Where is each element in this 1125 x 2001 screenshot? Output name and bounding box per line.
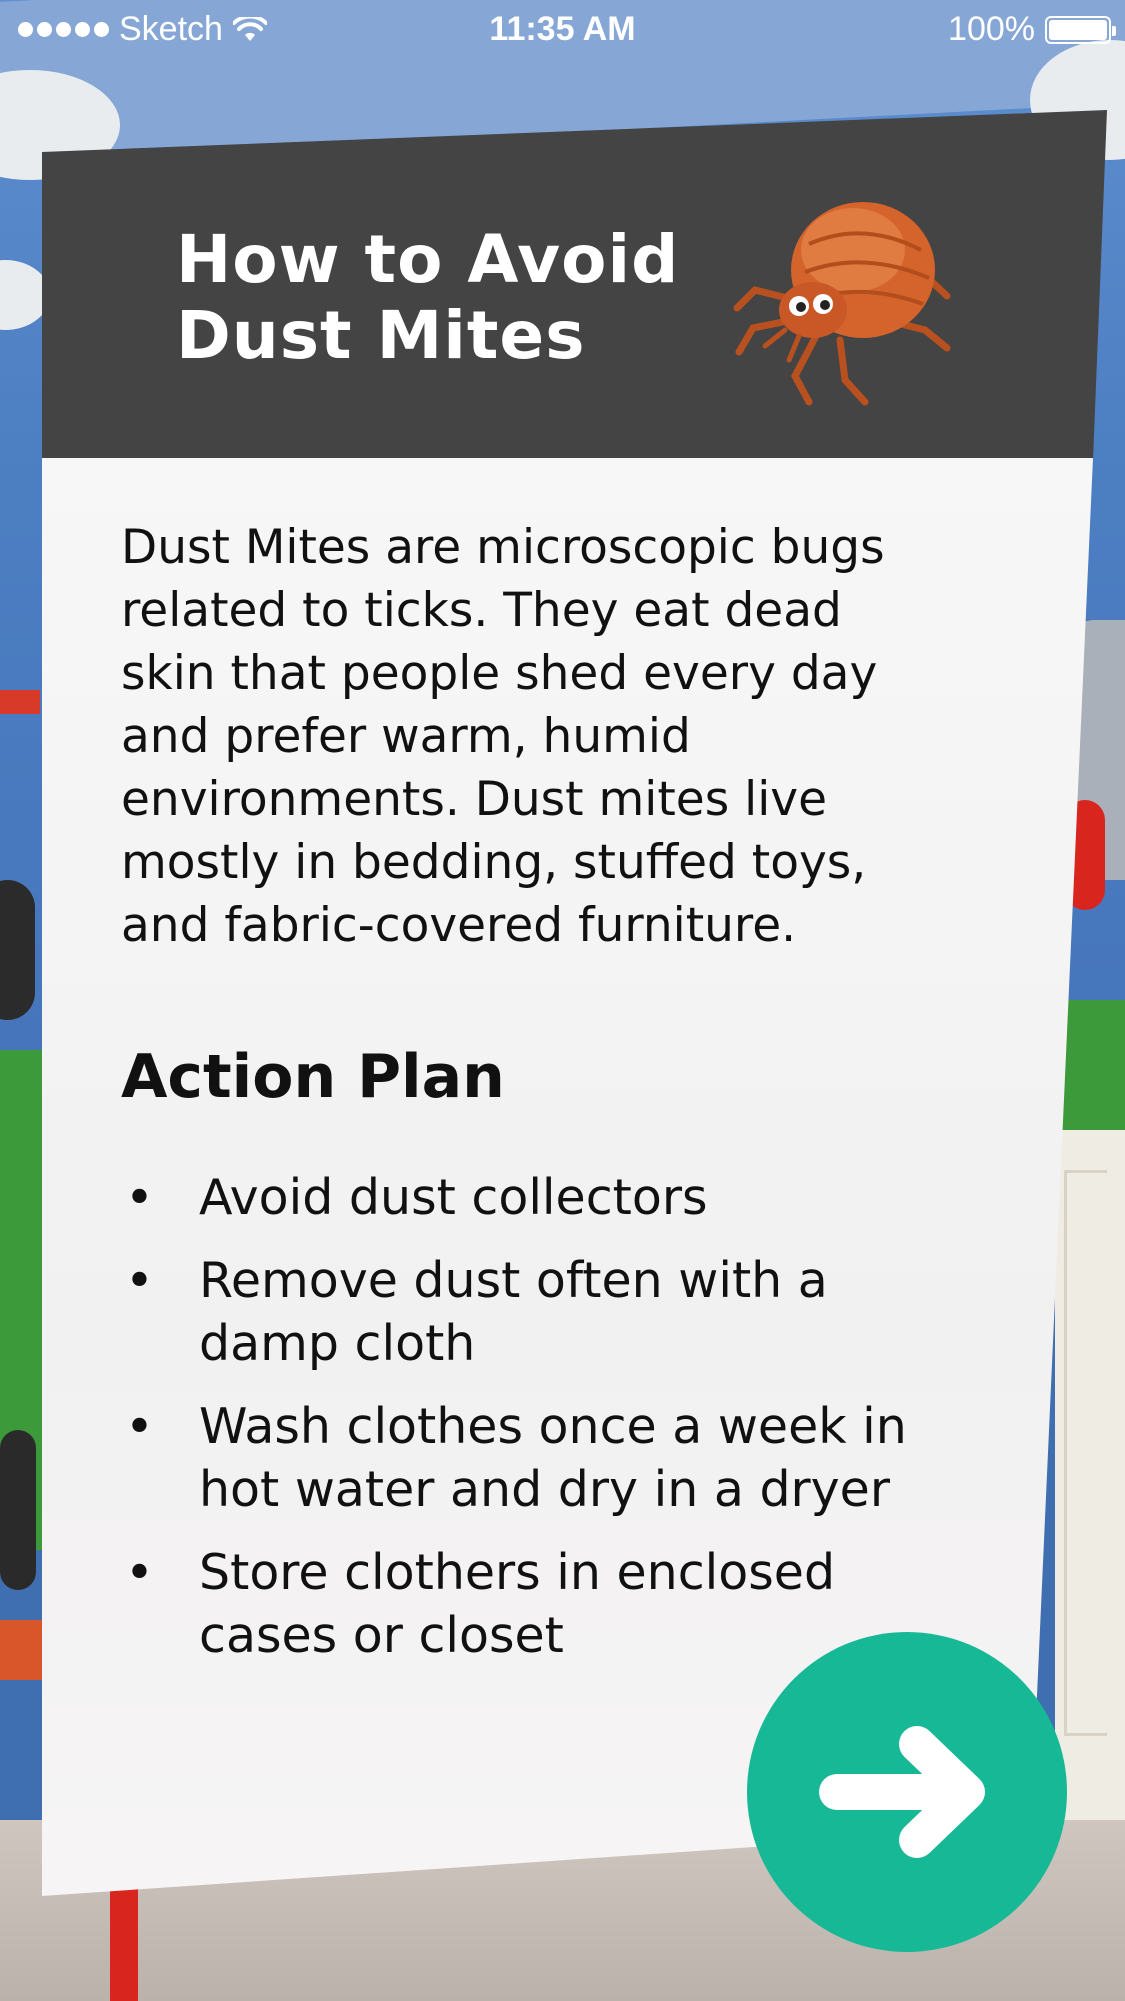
battery-fill bbox=[1049, 19, 1107, 40]
background-table-leg bbox=[110, 1880, 138, 2001]
list-item-text: Store clothers in enclosed bbox=[199, 1544, 836, 1601]
battery-percent: 100% bbox=[948, 10, 1035, 48]
action-plan-heading: Action Plan bbox=[121, 1042, 505, 1112]
title-line: Dust Mites bbox=[176, 297, 586, 374]
description-line: environments. Dust mites live bbox=[121, 772, 827, 827]
list-item: • Avoid dust collectors bbox=[121, 1166, 981, 1229]
background-wheel bbox=[0, 880, 35, 1020]
list-item-text: hot water and dry in a dryer bbox=[199, 1461, 890, 1518]
description-line: related to ticks. They eat dead bbox=[121, 583, 842, 638]
list-item: • Wash clothes once a week in hot water … bbox=[121, 1395, 981, 1521]
list-item-text: Avoid dust collectors bbox=[199, 1169, 708, 1226]
action-plan-list: • Avoid dust collectors • Remove dust of… bbox=[121, 1166, 981, 1687]
description-text: Dust Mites are microscopic bugs related … bbox=[121, 516, 981, 957]
status-bar: Sketch 11:35 AM 100% bbox=[0, 0, 1125, 62]
background-stripe bbox=[0, 690, 40, 714]
background-toy bbox=[0, 1430, 36, 1590]
description-line: mostly in bedding, stuffed toys, bbox=[121, 835, 867, 890]
list-item-text: damp cloth bbox=[199, 1315, 476, 1372]
description-line: skin that people shed every day bbox=[121, 646, 878, 701]
next-button[interactable] bbox=[747, 1632, 1067, 1952]
battery-icon bbox=[1045, 15, 1116, 44]
arrow-right-icon bbox=[819, 1726, 985, 1858]
page-title: How to Avoid Dust Mites bbox=[176, 222, 736, 374]
dust-mite-icon bbox=[733, 202, 951, 406]
bullet: • bbox=[125, 1544, 154, 1601]
description-line: and prefer warm, humid bbox=[121, 709, 691, 764]
bullet: • bbox=[125, 1252, 154, 1309]
status-right: 100% bbox=[948, 10, 1116, 49]
description-line: and fabric-covered furniture. bbox=[121, 898, 797, 953]
background-door-frame bbox=[1064, 1170, 1107, 1736]
list-item-text: cases or closet bbox=[199, 1607, 564, 1664]
title-line: How to Avoid bbox=[176, 221, 680, 298]
description-line: Dust Mites are microscopic bugs bbox=[121, 520, 885, 575]
bullet: • bbox=[125, 1398, 154, 1455]
list-item: • Remove dust often with a damp cloth bbox=[121, 1249, 981, 1375]
list-item-text: Remove dust often with a bbox=[199, 1252, 828, 1309]
list-item-text: Wash clothes once a week in bbox=[199, 1398, 907, 1455]
bullet: • bbox=[125, 1169, 154, 1226]
